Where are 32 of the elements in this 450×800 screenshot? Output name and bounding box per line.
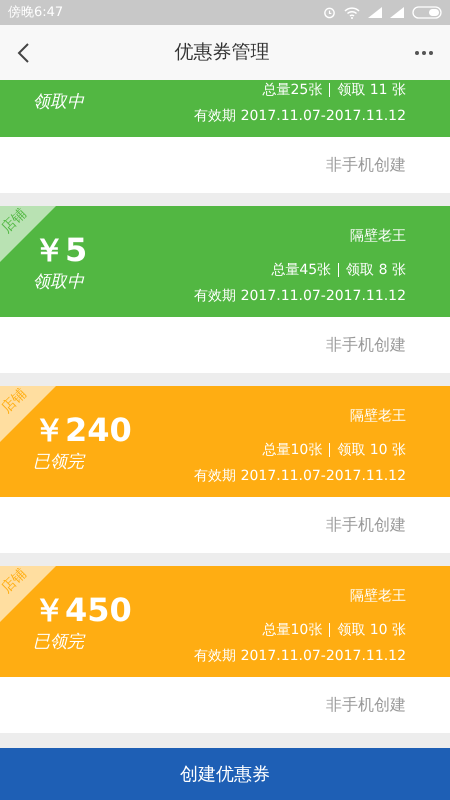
coupon-status: 已领完 [33, 451, 84, 474]
total-count: 总量45张 [271, 261, 332, 280]
coupon-status: 已领完 [33, 631, 84, 654]
claimed-count: 领取 10 张 [337, 441, 406, 460]
claimed-count: 领取 8 张 [346, 261, 406, 280]
signal-icon [368, 7, 382, 18]
wifi-icon [344, 6, 360, 18]
shop-name: 隔壁老王 [350, 588, 406, 604]
validity-date: 有效期 2017.11.07-2017.11.12 [194, 647, 406, 666]
validity-date: 有效期 2017.11.07-2017.11.12 [194, 107, 406, 126]
battery-icon [412, 6, 442, 19]
source-label: 非手机创建 [326, 514, 406, 536]
total-count: 总量25张 [262, 81, 322, 100]
total-count: 总量10张 [262, 441, 322, 460]
claimed-count: 领取 10 张 [337, 621, 406, 640]
more-icon[interactable] [414, 50, 434, 56]
signal-icon [390, 7, 404, 18]
shop-name: 隔壁老王 [350, 408, 406, 424]
back-icon[interactable] [16, 42, 30, 64]
create-coupon-button[interactable]: 创建优惠券 [0, 748, 450, 800]
validity-date: 有效期 2017.11.07-2017.11.12 [194, 467, 406, 486]
claimed-count: 领取 11 张 [337, 81, 406, 100]
source-label: 非手机创建 [326, 334, 406, 356]
shop-name: 隔壁老王 [350, 228, 406, 244]
validity-date: 有效期 2017.11.07-2017.11.12 [194, 287, 406, 306]
page-title: 优惠券管理 [174, 40, 270, 66]
alarm-icon [323, 6, 336, 19]
coupon-status: 领取中 [33, 91, 84, 114]
total-count: 总量10张 [262, 621, 322, 640]
source-label: 非手机创建 [326, 154, 406, 176]
coupon-status: 领取中 [33, 271, 84, 294]
source-label: 非手机创建 [326, 694, 406, 716]
